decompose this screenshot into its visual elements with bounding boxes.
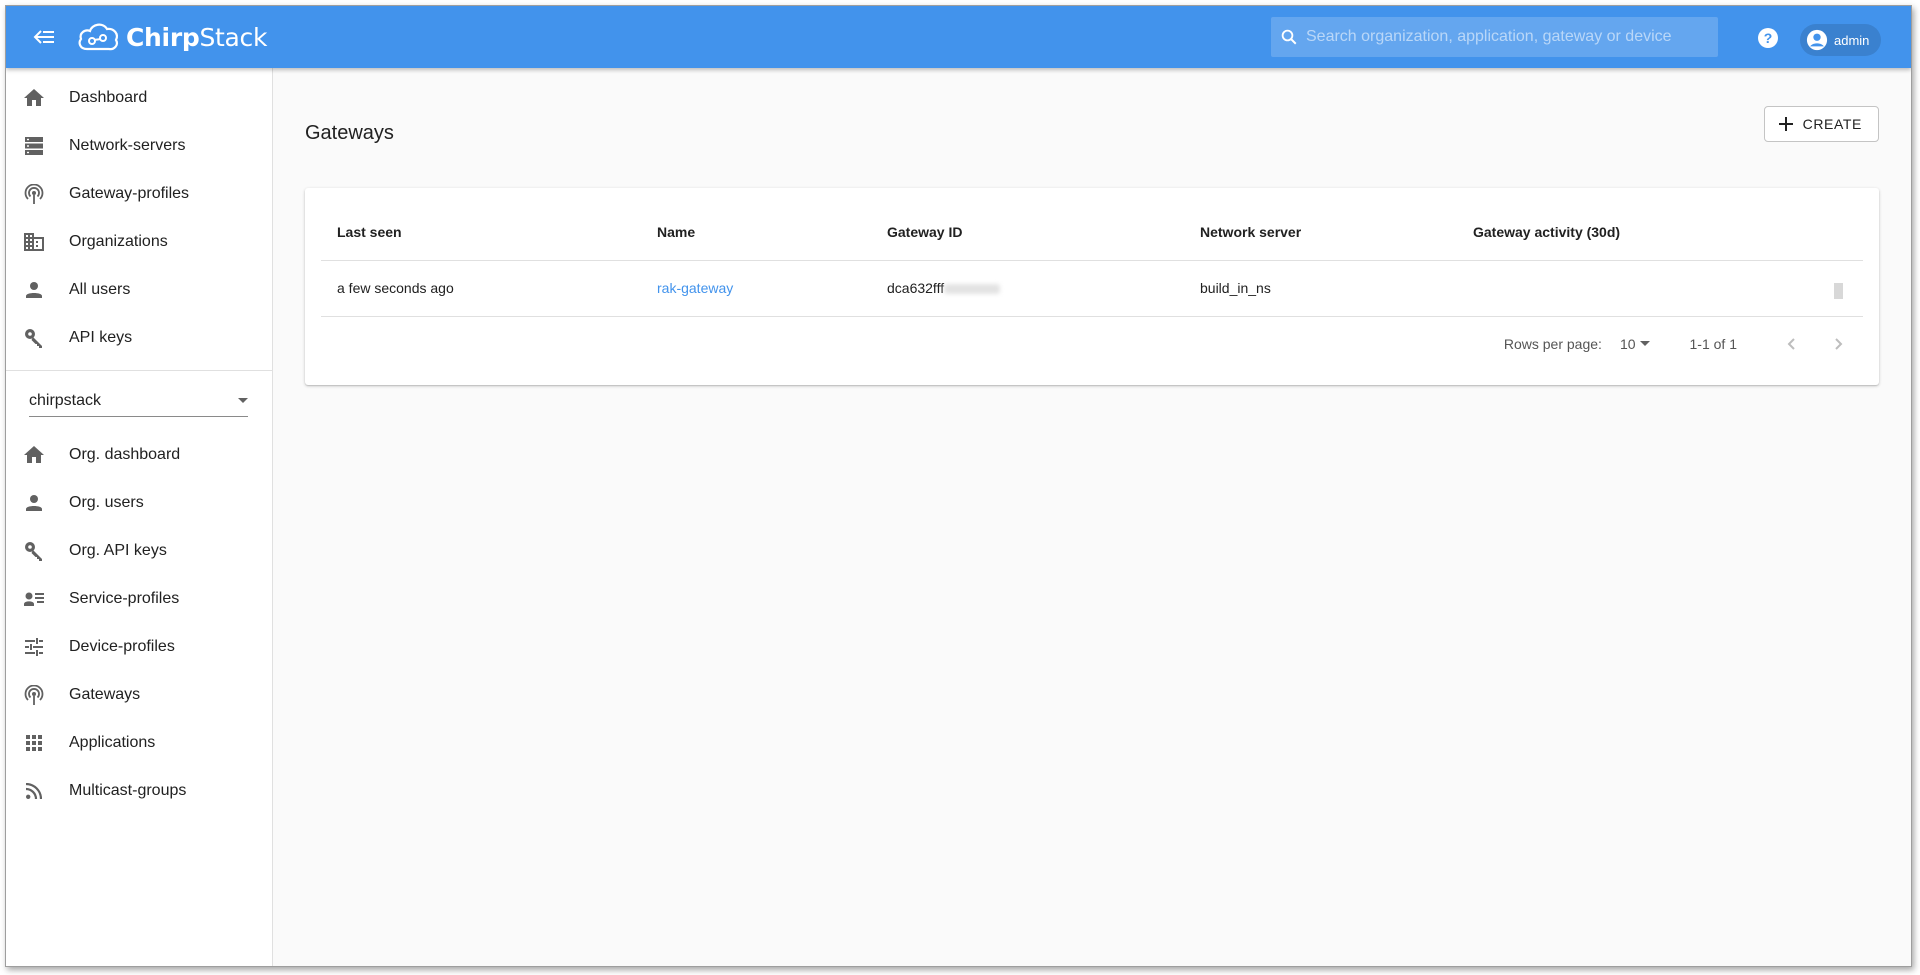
rows-per-page-select[interactable]: 10 — [1620, 336, 1650, 352]
tune-icon — [22, 635, 46, 659]
previous-page-button[interactable] — [1767, 320, 1815, 368]
server-icon — [22, 134, 46, 158]
sidebar-item-label: Org. users — [69, 494, 144, 511]
sidebar-item-network-servers[interactable]: Network-servers — [6, 122, 272, 170]
cell-name: rak-gateway — [641, 260, 871, 317]
sidebar-item-label: Gateways — [69, 686, 141, 703]
sidebar-item-label: Org. API keys — [69, 542, 167, 559]
column-header-last-seen: Last seen — [321, 204, 641, 261]
column-header-gateway-id: Gateway ID — [871, 204, 1184, 261]
rows-per-page-value: 10 — [1619, 336, 1636, 352]
account-icon — [22, 278, 46, 302]
create-button-label: CREATE — [1802, 116, 1862, 132]
chevron-down-icon — [238, 397, 248, 403]
rows-per-page-label: Rows per page: — [1503, 336, 1602, 352]
create-button[interactable]: CREATE — [1763, 106, 1879, 142]
app-bar: ChirpStack ? admin — [6, 6, 1911, 68]
global-nav: Dashboard Network-servers Gateway-profil… — [6, 68, 272, 362]
cloud-logo-icon — [78, 23, 118, 51]
home-icon — [22, 443, 46, 467]
sidebar-item-label: Organizations — [69, 233, 168, 250]
account-details-icon — [22, 587, 46, 611]
plus-icon — [1778, 117, 1793, 131]
column-header-network-server: Network server — [1184, 204, 1457, 261]
table-row: a few seconds ago rak-gateway dca632fff … — [321, 260, 1863, 317]
sidebar-item-label: All users — [69, 281, 131, 298]
apps-icon — [22, 731, 46, 755]
sidebar-item-label: Network-servers — [69, 137, 186, 154]
organization-select-value: chirpstack — [29, 391, 102, 409]
brand-name: ChirpStack — [126, 22, 268, 52]
sidebar-item-label: Multicast-groups — [69, 782, 187, 799]
sidebar-item-applications[interactable]: Applications — [6, 719, 272, 767]
sidebar: Dashboard Network-servers Gateway-profil… — [6, 68, 273, 966]
column-header-name: Name — [641, 204, 871, 261]
table-header-row: Last seen Name Gateway ID Network server… — [321, 204, 1863, 261]
sidebar-item-org-dashboard[interactable]: Org. dashboard — [6, 431, 272, 479]
gateway-name-link[interactable]: rak-gateway — [657, 280, 733, 296]
radio-tower-icon — [22, 182, 46, 206]
sidebar-item-label: Service-profiles — [69, 590, 180, 607]
cell-gateway-id: dca632fff — [871, 260, 1184, 317]
search-box — [1271, 17, 1718, 57]
key-icon — [22, 539, 46, 563]
redacted-text — [944, 284, 1001, 295]
cell-gateway-activity — [1457, 260, 1863, 317]
column-header-gateway-activity: Gateway activity (30d) — [1457, 204, 1863, 261]
sidebar-item-organizations[interactable]: Organizations — [6, 218, 272, 266]
sidebar-item-org-users[interactable]: Org. users — [6, 479, 272, 527]
search-icon — [1281, 29, 1297, 45]
chevron-down-icon — [1639, 341, 1650, 346]
home-icon — [22, 86, 46, 110]
gateways-table: Last seen Name Gateway ID Network server… — [321, 204, 1863, 317]
user-menu-button[interactable]: admin — [1800, 24, 1882, 56]
main-content: Gateways CREATE Last seen Name Gateway I… — [273, 68, 1911, 966]
sidebar-item-label: Applications — [69, 734, 156, 751]
activity-chart — [1834, 282, 1843, 299]
sidebar-item-org-api-keys[interactable]: Org. API keys — [6, 527, 272, 575]
sidebar-item-label: Gateway-profiles — [69, 185, 190, 202]
sidebar-item-label: Org. dashboard — [69, 446, 181, 463]
svg-text:?: ? — [1764, 30, 1773, 46]
pagination: Rows per page: 10 1-1 of 1 — [1504, 316, 1863, 372]
account-circle-icon — [1806, 29, 1828, 51]
chevron-left-icon — [1787, 338, 1795, 350]
sidebar-item-device-profiles[interactable]: Device-profiles — [6, 623, 272, 671]
gateway-id-text: dca632fff — [887, 280, 945, 296]
user-name: admin — [1834, 32, 1870, 48]
sidebar-divider — [6, 370, 272, 371]
sidebar-item-multicast-groups[interactable]: Multicast-groups — [6, 767, 272, 815]
next-page-button[interactable] — [1815, 320, 1863, 368]
account-icon — [22, 491, 46, 515]
menu-collapse-icon[interactable] — [24, 17, 64, 57]
key-icon — [22, 326, 46, 350]
sidebar-item-gateways[interactable]: Gateways — [6, 671, 272, 719]
sidebar-item-gateway-profiles[interactable]: Gateway-profiles — [6, 170, 272, 218]
search-input[interactable] — [1306, 28, 1706, 46]
org-nav: Org. dashboard Org. users Org. API keys — [6, 417, 272, 815]
sidebar-item-dashboard[interactable]: Dashboard — [6, 74, 272, 122]
sidebar-item-all-users[interactable]: All users — [6, 266, 272, 314]
sidebar-item-label: Dashboard — [69, 89, 148, 106]
chevron-right-icon — [1835, 338, 1843, 350]
sidebar-item-api-keys[interactable]: API keys — [6, 314, 272, 362]
rss-icon — [22, 779, 46, 803]
cell-last-seen: a few seconds ago — [321, 260, 641, 317]
organization-select[interactable]: chirpstack — [29, 385, 248, 417]
sidebar-item-label: API keys — [69, 329, 133, 346]
help-circle-icon[interactable]: ? — [1758, 28, 1778, 48]
cell-network-server: build_in_ns — [1184, 260, 1457, 317]
chirpstack-logo[interactable]: ChirpStack — [76, 21, 267, 53]
sidebar-item-service-profiles[interactable]: Service-profiles — [6, 575, 272, 623]
sidebar-item-label: Device-profiles — [69, 638, 175, 655]
domain-icon — [22, 230, 46, 254]
app-window: ChirpStack ? admin — [5, 5, 1912, 967]
page-title: Gateways — [305, 122, 394, 144]
radio-tower-icon — [22, 683, 46, 707]
gateways-table-card: Last seen Name Gateway ID Network server… — [305, 188, 1879, 385]
pagination-range: 1-1 of 1 — [1689, 336, 1737, 352]
